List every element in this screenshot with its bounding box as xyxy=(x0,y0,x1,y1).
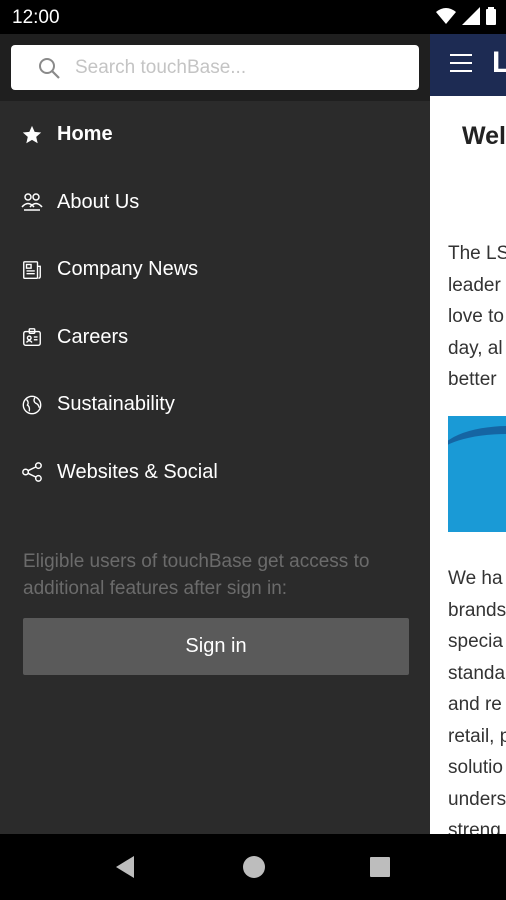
menu-item-company-news[interactable]: Company News xyxy=(0,236,430,304)
app-bar: L xyxy=(430,34,506,96)
text-line: day, al xyxy=(448,337,503,359)
text-line: specia xyxy=(448,631,503,652)
menu-item-label: Home xyxy=(57,123,113,146)
text-line: better xyxy=(448,369,497,390)
search-box[interactable] xyxy=(11,45,419,90)
back-icon[interactable] xyxy=(116,856,136,878)
id-badge-icon xyxy=(20,325,44,349)
text-line: solutio xyxy=(448,757,503,778)
text-line: leader xyxy=(448,274,501,296)
share-icon xyxy=(20,460,44,484)
wifi-icon xyxy=(436,8,456,24)
menu-item-label: Sustainability xyxy=(57,393,175,416)
newspaper-icon xyxy=(20,258,44,282)
home-icon[interactable] xyxy=(243,856,265,878)
navigation-drawer: Home About Us Company News Careers Susta… xyxy=(0,34,430,834)
text-line: streng xyxy=(448,820,501,834)
search-icon xyxy=(39,58,60,79)
body-paragraph: We ha brands specia standa and re retail… xyxy=(448,563,506,834)
text-line: We ha xyxy=(448,568,503,589)
page-title: Wel xyxy=(462,122,506,150)
sign-in-button[interactable]: Sign in xyxy=(23,618,409,675)
search-bar-container xyxy=(0,34,430,101)
menu-item-label: About Us xyxy=(57,190,140,213)
menu-item-websites-social[interactable]: Websites & Social xyxy=(0,439,430,507)
drawer-menu: Home About Us Company News Careers Susta… xyxy=(0,101,430,506)
text-line: retail, p xyxy=(448,725,506,747)
banner-image xyxy=(448,416,506,532)
app-logo: L xyxy=(492,46,506,79)
menu-item-label: Careers xyxy=(57,325,129,348)
text-line: standa xyxy=(448,662,506,684)
text-line: love to xyxy=(448,306,504,327)
menu-item-careers[interactable]: Careers xyxy=(0,304,430,372)
menu-item-sustainability[interactable]: Sustainability xyxy=(0,371,430,439)
menu-item-label: Websites & Social xyxy=(57,460,218,483)
menu-item-label: Company News xyxy=(57,258,199,281)
menu-item-about-us[interactable]: About Us xyxy=(0,169,430,237)
star-icon xyxy=(20,123,44,147)
search-input[interactable] xyxy=(75,45,405,90)
globe-icon xyxy=(20,393,44,417)
battery-icon xyxy=(486,7,496,25)
text-line: The LS xyxy=(448,243,506,264)
text-line: and re xyxy=(448,694,502,715)
menu-icon[interactable] xyxy=(450,54,472,72)
intro-paragraph: The LS leader love to day, al better xyxy=(448,238,506,396)
system-nav-bar xyxy=(0,834,506,900)
signal-icon xyxy=(462,7,480,25)
main-page: L Wel The LS leader love to day, al bett… xyxy=(430,34,506,834)
signin-note: Eligible users of touchBase get access t… xyxy=(23,551,370,599)
recents-icon[interactable] xyxy=(370,857,390,877)
status-bar: 12:00 xyxy=(0,0,506,34)
people-icon xyxy=(20,190,44,214)
text-line: brands xyxy=(448,599,506,621)
menu-item-home[interactable]: Home xyxy=(0,101,430,169)
text-line: unders xyxy=(448,788,506,810)
status-time: 12:00 xyxy=(12,7,60,28)
status-icons xyxy=(436,7,496,25)
